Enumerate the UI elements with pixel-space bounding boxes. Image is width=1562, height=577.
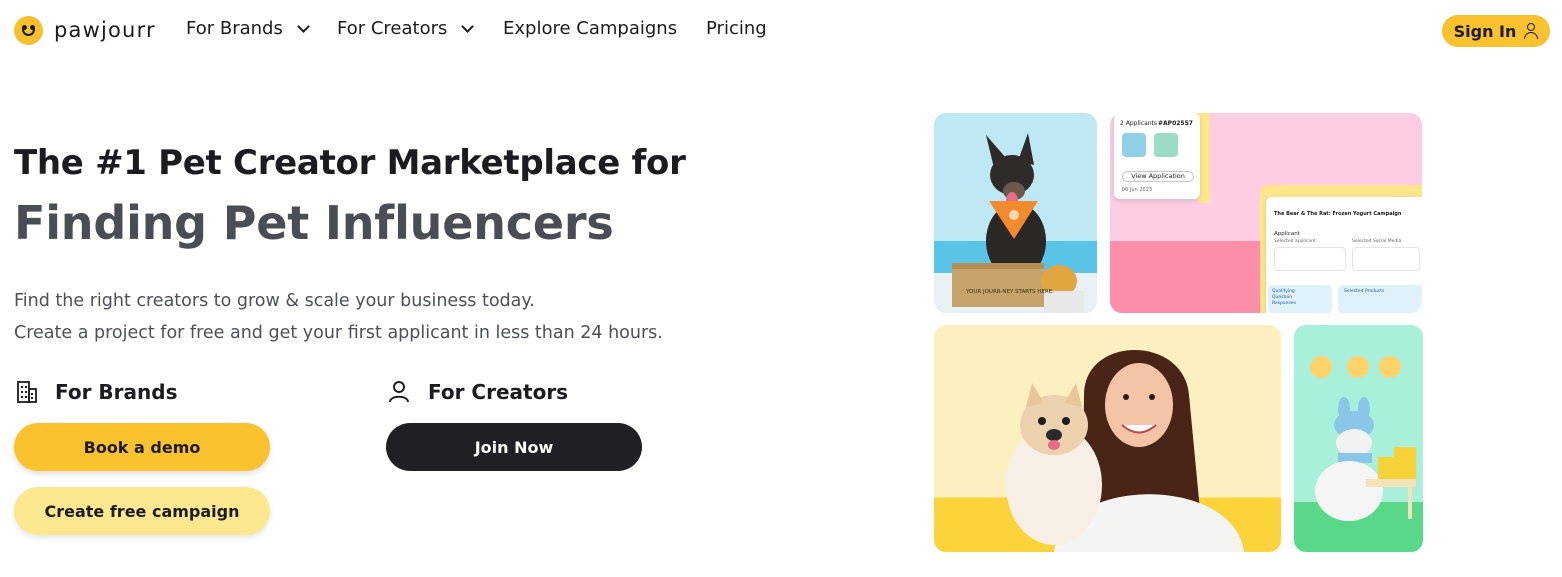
for-creators-heading: For Creators xyxy=(388,380,568,404)
nav-for-creators[interactable]: For Creators xyxy=(337,18,475,39)
person-icon xyxy=(389,381,409,403)
join-now-label: Join Now xyxy=(474,437,554,457)
application-card: 2 Applicants #AP02557 View Application 0… xyxy=(1114,113,1200,199)
paw-smile-icon xyxy=(14,15,43,45)
nav-explore-campaigns[interactable]: Explore Campaigns xyxy=(503,18,677,39)
nav-for-brands[interactable]: For Brands xyxy=(186,18,310,39)
nav-pricing[interactable]: Pricing xyxy=(706,18,767,39)
hero-subtitle-line1: Find the right creators to grow & scale … xyxy=(14,291,535,311)
applicant-avatar xyxy=(1154,133,1178,157)
dog-illustration xyxy=(952,133,1084,313)
user-icon xyxy=(1524,23,1539,39)
woman-with-pomeranian-image xyxy=(934,325,1281,552)
brand-name: pawjourr xyxy=(54,18,156,42)
sign-in-label: Sign In xyxy=(1453,21,1517,41)
pawjourr-logo[interactable]: pawjourr xyxy=(14,14,156,46)
applicant-section: Applicant xyxy=(1274,231,1300,237)
qualifying-label: Qualifying Question Responses xyxy=(1272,289,1296,306)
cat-in-hat-image xyxy=(1294,325,1423,552)
hero-title-line1: The #1 Pet Creator Marketplace for xyxy=(14,143,686,183)
applicant-avatar xyxy=(1122,133,1146,157)
application-id: #AP02557 xyxy=(1158,120,1193,127)
campaign-title: The Bear & The Rat: Frozen Yogurt Campai… xyxy=(1274,211,1402,217)
for-brands-heading: For Brands xyxy=(16,380,177,404)
create-free-campaign-label: Create free campaign xyxy=(44,501,240,521)
hero-title-line2: Finding Pet Influencers xyxy=(14,196,614,250)
join-now-button[interactable]: Join Now xyxy=(386,423,642,471)
cat-illustration xyxy=(1315,397,1416,521)
application-date: 06 Jun 2023 xyxy=(1122,187,1153,193)
for-brands-title: For Brands xyxy=(55,380,178,404)
selected-products-label: Selected Products xyxy=(1344,289,1385,294)
applicant-count: 2 Applicants xyxy=(1120,120,1158,127)
selected-media-label: Selected Social Media xyxy=(1352,239,1402,244)
view-application-button: View Application xyxy=(1122,171,1194,182)
selected-applicant-label: Selected applicant xyxy=(1274,239,1316,244)
hero-subtitle-line2: Create a project for free and get your f… xyxy=(14,323,663,343)
woman-dog-illustration xyxy=(1006,350,1244,552)
chevron-down-icon xyxy=(461,19,475,33)
sign-in-button[interactable]: Sign In xyxy=(1442,15,1550,47)
nav-for-creators-label: For Creators xyxy=(337,18,448,39)
nav-pricing-label: Pricing xyxy=(706,18,767,39)
book-demo-button[interactable]: Book a demo xyxy=(14,423,270,471)
campaign-detail-card: The Bear & The Rat: Frozen Yogurt Campai… xyxy=(1266,197,1422,313)
create-free-campaign-button[interactable]: Create free campaign xyxy=(14,487,270,535)
nav-explore-campaigns-label: Explore Campaigns xyxy=(503,18,678,39)
top-navbar: pawjourr For Brands For Creators Explore… xyxy=(0,0,1562,62)
chevron-down-icon xyxy=(296,19,310,33)
nav-for-brands-label: For Brands xyxy=(186,18,283,39)
campaign-dashboard-image: 2 Applicants #AP02557 View Application 0… xyxy=(1110,113,1422,313)
for-creators-title: For Creators xyxy=(428,380,569,404)
building-icon xyxy=(17,381,37,403)
box-text: YOUR JOURR-NEY STARTS HERE. xyxy=(966,289,1054,295)
book-demo-label: Book a demo xyxy=(83,437,201,457)
dog-with-bandana-image: YOUR JOURR-NEY STARTS HERE. xyxy=(934,113,1097,313)
